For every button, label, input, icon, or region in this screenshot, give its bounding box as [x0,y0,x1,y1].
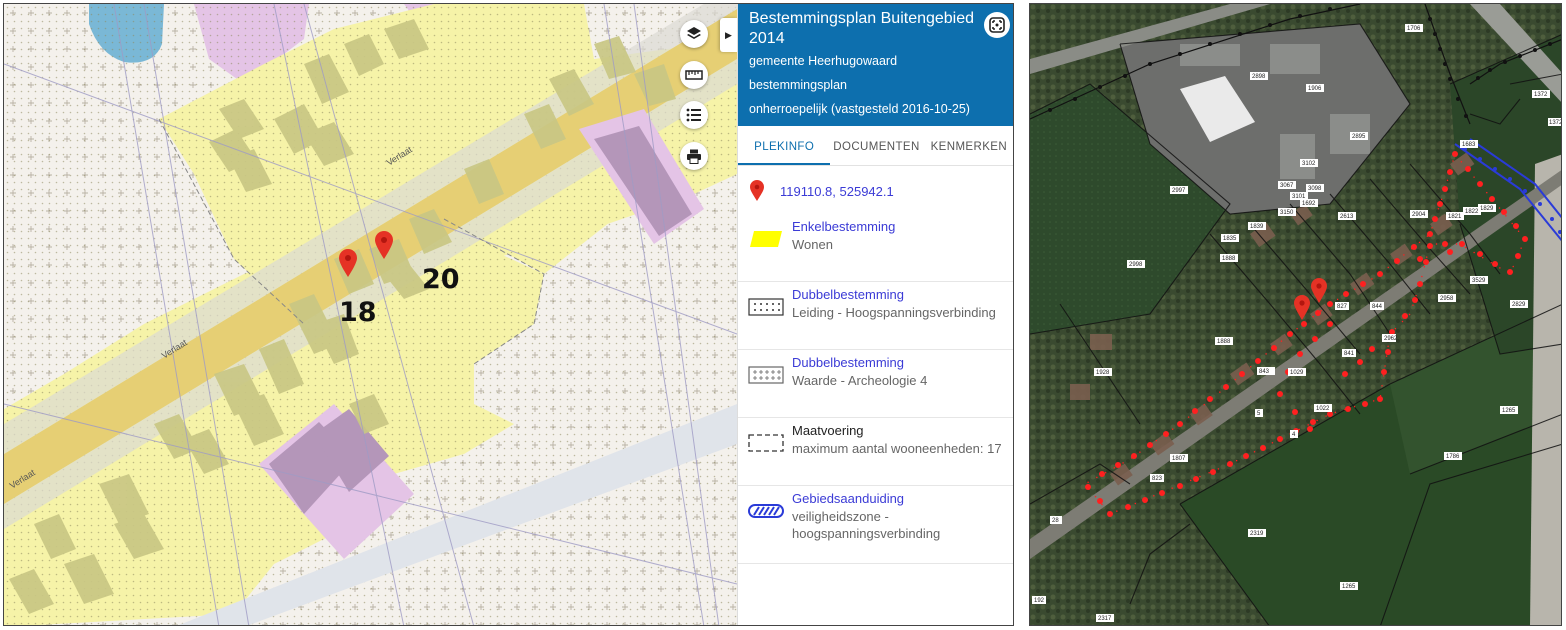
parcel-label: 2319 [1250,531,1264,537]
entry-gebiedsaanduiding[interactable]: Gebiedsaanduiding veiligheidszone - hoog… [738,486,1013,564]
house-number-18: 18 [339,297,377,328]
tab-documenten[interactable]: DOCUMENTEN [830,126,922,165]
entry-subtitle: veiligheidszone - hoogspanningsverbindin… [792,509,941,541]
dot-pattern-symbol [748,298,784,316]
entry-subtitle: maximum aantal wooneenheden: 17 [792,441,1002,456]
parcel-label: 1265 [1502,408,1516,414]
parcel-label: 2895 [1352,134,1366,140]
print-icon [687,149,701,164]
house-number-20: 20 [422,264,460,295]
tab-kenmerken[interactable]: KENMERKEN [923,126,1013,165]
collapse-panel-button[interactable]: ▶ [720,18,737,52]
parcel-label: 1829 [1480,206,1494,212]
entry-title[interactable]: Dubbelbestemming [792,286,996,304]
parcel-label: 1265 [1342,584,1356,590]
parcel-label: 1022 [1316,406,1330,412]
parcel-label: 192 [1034,598,1045,604]
entry-dubbelbestemming-leiding[interactable]: Dubbelbestemming Leiding - Hoogspannings… [738,282,1013,350]
plus-pattern-symbol [748,366,784,384]
entry-title[interactable]: Enkelbestemming [792,218,895,236]
parcel-label: 1807 [1172,456,1186,462]
parcel-label: 3150 [1280,210,1294,216]
parcel-label: 1928 [1096,370,1110,376]
tab-plekinfo[interactable]: PLEKINFO [738,126,831,165]
parcel-label: 3098 [1308,186,1322,192]
plan-type: bestemmingsplan [749,78,847,92]
legend-button[interactable] [680,101,708,129]
entry-subtitle: Wonen [792,237,833,252]
satellite-map-canvas[interactable]: 1706 2898 1906 2895 3102 3067 3098 2997 … [1030,4,1562,626]
panel-header: Bestemmingsplan Buitengebied 2014 gemeen… [738,4,1013,126]
parcel-label: 1372 [1549,120,1562,126]
entry-subtitle: Leiding - Hoogspanningsverbinding [792,305,996,320]
parcel-label: 1822 [1465,209,1479,215]
parcel-label: 843 [1259,369,1270,375]
parcel-label: 1821 [1448,214,1462,220]
plan-municipality: gemeente Heerhugowaard [749,54,898,68]
parcel-label: 1835 [1223,236,1237,242]
parcel-label: 28 [1052,518,1059,524]
legend-list-icon [686,108,701,122]
parcel-label: 2829 [1512,302,1526,308]
parcel-label: 844 [1372,304,1383,310]
parcel-label: 1888 [1217,339,1231,345]
entry-title[interactable]: Dubbelbestemming [792,354,927,372]
location-pin-icon [750,180,764,201]
entry-enkelbestemming[interactable]: Enkelbestemming Wonen [738,214,1013,282]
layers-button[interactable] [680,20,708,48]
plan-status: onherroepelijk (vastgesteld 2016-10-25) [749,102,970,116]
parcel-label: 2898 [1252,74,1266,80]
parcel-label: 1839 [1250,224,1264,230]
layers-icon [687,27,701,39]
parcel-label: 2958 [1440,296,1454,302]
bestemmingsplan-viewer: Verlaat Verlaat Verlaat 18 20 ▶ Bestemmi… [3,3,1014,626]
parcel-label: 2998 [1129,262,1143,268]
parcel-label: 3067 [1280,183,1294,189]
parcel-label: 2317 [1098,616,1112,622]
entry-subtitle: Waarde - Archeologie 4 [792,373,928,388]
parcel-label: 1786 [1446,454,1460,460]
parcel-label: 1029 [1290,370,1304,376]
parcel-label: 823 [1152,476,1163,482]
parcel-label: 827 [1337,304,1348,310]
entry-dubbelbestemming-archeologie[interactable]: Dubbelbestemming Waarde - Archeologie 4 [738,350,1013,418]
parcel-label: 841 [1344,351,1355,357]
parcel-label: 1706 [1407,26,1421,32]
ruler-icon [685,70,703,80]
chevron-right-icon: ▶ [725,29,732,40]
parcel-label: 1372 [1534,92,1548,98]
parcel-label: 2904 [1412,212,1426,218]
parcel-label: 2962 [1384,336,1398,342]
entry-title[interactable]: Gebiedsaanduiding [792,490,1003,508]
parcel-label: 2997 [1172,188,1186,194]
coordinates-text: 119110.8, 525942.1 [780,183,894,199]
entry-title: Maatvoering [792,423,864,438]
info-panel: Bestemmingsplan Buitengebied 2014 gemeen… [737,4,1013,625]
entry-maatvoering[interactable]: Maatvoering maximum aantal wooneenheden:… [738,418,1013,486]
parcel-label: 1888 [1222,256,1236,262]
parcel-label: 3101 [1292,194,1306,200]
plan-title: Bestemmingsplan Buitengebied 2014 [749,10,975,47]
blue-hatch-symbol [748,504,784,518]
measure-button[interactable] [680,61,708,89]
parcel-label: 2613 [1340,214,1354,220]
print-button[interactable] [680,142,708,170]
parcel-label: 1906 [1308,86,1322,92]
parcel-label: 1692 [1302,201,1316,207]
location-coordinates: 119110.8, 525942.1 [738,166,1013,214]
fullscreen-icon [989,17,1005,33]
parcel-label: 3529 [1472,278,1486,284]
fullscreen-button[interactable] [984,12,1010,38]
dashed-box-symbol [748,434,784,452]
parcel-label: 3102 [1302,161,1316,167]
zoning-map[interactable]: Verlaat Verlaat Verlaat 18 20 [4,4,737,625]
satellite-cadastral-map[interactable]: 1706 2898 1906 2895 3102 3067 3098 2997 … [1029,3,1562,626]
panel-tabs: PLEKINFO DOCUMENTEN KENMERKEN [738,126,1013,166]
yellow-fill-symbol [750,231,782,247]
parcel-label: 1683 [1462,142,1476,148]
